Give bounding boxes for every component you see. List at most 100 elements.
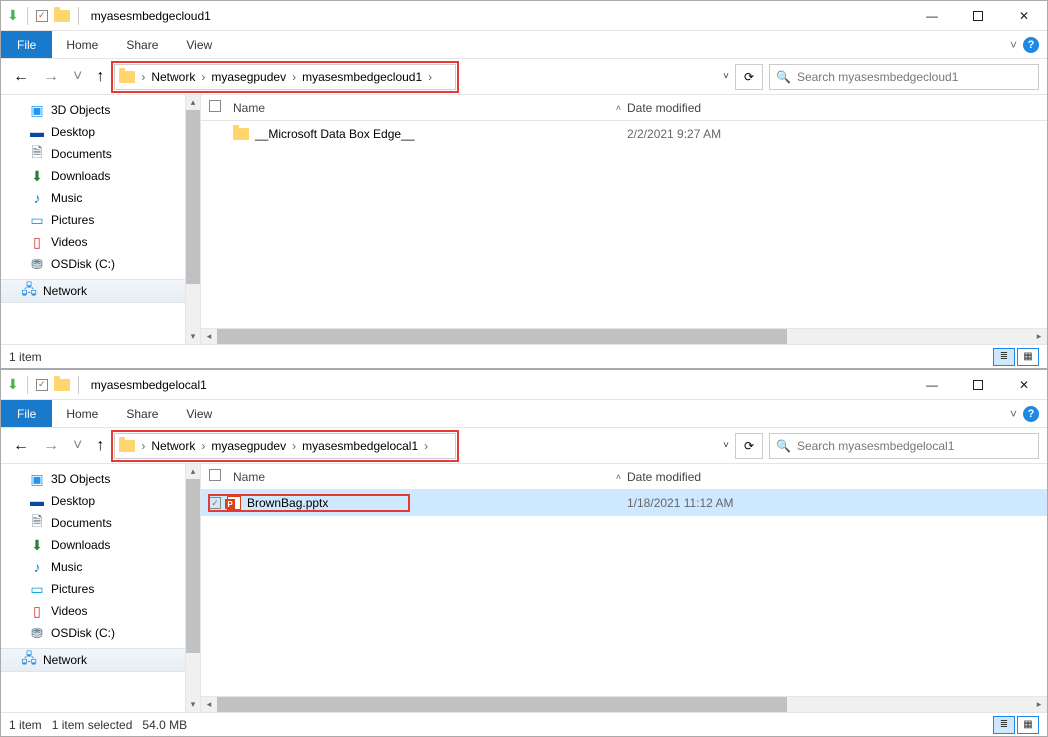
- search-placeholder: Search myasesmbedgelocal1: [797, 439, 954, 453]
- table-row[interactable]: BrownBag.pptx 1/18/2021 11:12 AM: [201, 490, 1047, 516]
- nav-downloads[interactable]: ⬇Downloads: [1, 534, 200, 556]
- properties-icon[interactable]: [36, 10, 48, 22]
- nav-videos[interactable]: ▯Videos: [1, 600, 200, 622]
- titlebar[interactable]: ⬇ myasesmbedgelocal1 — ✕: [1, 370, 1047, 400]
- tab-home[interactable]: Home: [52, 400, 112, 427]
- crumb-host[interactable]: myasegpudev: [211, 70, 286, 84]
- nav-desktop[interactable]: ▬Desktop: [1, 121, 200, 143]
- col-date[interactable]: Date modified: [627, 470, 701, 484]
- nav-pane[interactable]: ▣3D Objects ▬Desktop 🗎Documents ⬇Downloa…: [1, 95, 201, 344]
- search-input[interactable]: 🔍 Search myasesmbedgelocal1: [769, 433, 1039, 459]
- nav-documents[interactable]: 🗎Documents: [1, 512, 200, 534]
- nav-network[interactable]: 🖧Network: [1, 279, 200, 303]
- recent-locations-icon[interactable]: ˅: [69, 68, 86, 86]
- nav-scrollbar[interactable]: ▴▾: [185, 464, 200, 712]
- nav-pictures[interactable]: ▭Pictures: [1, 209, 200, 231]
- help-icon[interactable]: ?: [1023, 406, 1039, 422]
- separator: [27, 376, 28, 394]
- search-input[interactable]: 🔍 Search myasesmbedgecloud1: [769, 64, 1039, 90]
- up-button[interactable]: ↑: [92, 68, 108, 86]
- tab-view[interactable]: View: [172, 31, 226, 58]
- folder-icon: [233, 128, 249, 140]
- forward-button[interactable]: →: [39, 68, 63, 86]
- crumb-network[interactable]: Network: [151, 70, 195, 84]
- titlebar[interactable]: ⬇ myasesmbedgecloud1 — ✕: [1, 1, 1047, 31]
- help-icon[interactable]: ?: [1023, 37, 1039, 53]
- properties-icon[interactable]: [36, 379, 48, 391]
- horizontal-scrollbar[interactable]: ◂▸: [201, 696, 1047, 712]
- history-dropdown-icon[interactable]: ˅: [723, 71, 729, 82]
- tab-file[interactable]: File: [1, 31, 52, 58]
- videos-icon: ▯: [29, 234, 45, 250]
- nav-osdisk[interactable]: ⛃OSDisk (C:): [1, 622, 200, 644]
- maximize-button[interactable]: [955, 370, 1001, 400]
- close-button[interactable]: ✕: [1001, 370, 1047, 400]
- column-headers[interactable]: Name˄ Date modified: [201, 95, 1047, 121]
- separator: [78, 376, 79, 394]
- view-details-button[interactable]: ≣: [993, 716, 1015, 734]
- col-name[interactable]: Name: [233, 470, 265, 484]
- nav-network[interactable]: 🖧Network: [1, 648, 200, 672]
- maximize-button[interactable]: [955, 1, 1001, 31]
- horizontal-scrollbar[interactable]: ◂▸: [201, 328, 1047, 344]
- crumb-host[interactable]: myasegpudev: [211, 439, 286, 453]
- view-details-button[interactable]: ≣: [993, 348, 1015, 366]
- crumb-network[interactable]: Network: [151, 439, 195, 453]
- column-headers[interactable]: Name˄ Date modified: [201, 464, 1047, 490]
- file-list: Name˄ Date modified __Microsoft Data Box…: [201, 95, 1047, 344]
- tab-view[interactable]: View: [172, 400, 226, 427]
- back-button[interactable]: ←: [9, 437, 33, 455]
- forward-button[interactable]: →: [39, 437, 63, 455]
- crumb-share[interactable]: myasesmbedgelocal1: [302, 439, 418, 453]
- window-title: myasesmbedgecloud1: [87, 9, 211, 23]
- view-large-button[interactable]: ▦: [1017, 348, 1039, 366]
- recent-locations-icon[interactable]: ˅: [69, 437, 86, 455]
- pin-icon[interactable]: ⬇: [7, 376, 19, 393]
- tab-home[interactable]: Home: [52, 31, 112, 58]
- up-button[interactable]: ↑: [92, 437, 108, 455]
- documents-icon: 🗎: [29, 515, 45, 531]
- item-count: 1 item: [9, 718, 42, 732]
- nav-pictures[interactable]: ▭Pictures: [1, 578, 200, 600]
- 3d-objects-icon: ▣: [29, 102, 45, 118]
- col-date[interactable]: Date modified: [627, 101, 701, 115]
- history-dropdown-icon[interactable]: ˅: [723, 440, 729, 451]
- col-name[interactable]: Name: [233, 101, 265, 115]
- separator: [27, 7, 28, 25]
- breadcrumb[interactable]: › Network › myasegpudev › myasesmbedgecl…: [114, 64, 456, 90]
- pictures-icon: ▭: [29, 212, 45, 228]
- tab-share[interactable]: Share: [112, 400, 172, 427]
- minimize-button[interactable]: —: [909, 1, 955, 31]
- ribbon-expand-icon[interactable]: ˅: [1010, 407, 1017, 421]
- view-large-button[interactable]: ▦: [1017, 716, 1039, 734]
- pin-icon[interactable]: ⬇: [7, 7, 19, 24]
- nav-osdisk[interactable]: ⛃OSDisk (C:): [1, 253, 200, 275]
- breadcrumb[interactable]: › Network › myasegpudev › myasesmbedgelo…: [114, 433, 456, 459]
- select-all-checkbox[interactable]: [209, 100, 221, 112]
- nav-music[interactable]: ♪Music: [1, 556, 200, 578]
- nav-videos[interactable]: ▯Videos: [1, 231, 200, 253]
- folder-icon[interactable]: [54, 10, 70, 22]
- nav-desktop[interactable]: ▬Desktop: [1, 490, 200, 512]
- nav-3d-objects[interactable]: ▣3D Objects: [1, 468, 200, 490]
- nav-music[interactable]: ♪Music: [1, 187, 200, 209]
- crumb-share[interactable]: myasesmbedgecloud1: [302, 70, 422, 84]
- row-checkbox[interactable]: [209, 497, 221, 509]
- nav-scrollbar[interactable]: ▴▾: [185, 95, 200, 344]
- table-row[interactable]: __Microsoft Data Box Edge__ 2/2/2021 9:2…: [201, 121, 1047, 147]
- nav-pane[interactable]: ▣3D Objects ▬Desktop 🗎Documents ⬇Downloa…: [1, 464, 201, 712]
- folder-icon[interactable]: [54, 379, 70, 391]
- select-all-checkbox[interactable]: [209, 469, 221, 481]
- downloads-icon: ⬇: [29, 537, 45, 553]
- minimize-button[interactable]: —: [909, 370, 955, 400]
- nav-downloads[interactable]: ⬇Downloads: [1, 165, 200, 187]
- refresh-button[interactable]: ⟳: [735, 64, 763, 90]
- back-button[interactable]: ←: [9, 68, 33, 86]
- tab-share[interactable]: Share: [112, 31, 172, 58]
- tab-file[interactable]: File: [1, 400, 52, 427]
- ribbon-expand-icon[interactable]: ˅: [1010, 38, 1017, 52]
- nav-3d-objects[interactable]: ▣3D Objects: [1, 99, 200, 121]
- close-button[interactable]: ✕: [1001, 1, 1047, 31]
- refresh-button[interactable]: ⟳: [735, 433, 763, 459]
- nav-documents[interactable]: 🗎Documents: [1, 143, 200, 165]
